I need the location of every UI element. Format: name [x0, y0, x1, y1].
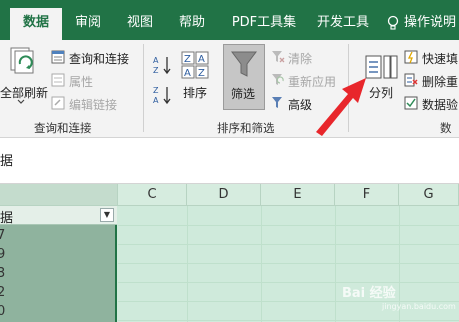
tab-view[interactable]: 视图	[114, 8, 166, 40]
advanced-button[interactable]: 高级	[288, 96, 312, 113]
clear-button[interactable]: 清除	[288, 50, 312, 67]
filter-button[interactable]: 筛选	[223, 44, 265, 110]
grid-line	[187, 206, 188, 322]
flash-fill-button[interactable]: 快速填	[422, 50, 458, 67]
grid-line	[261, 206, 262, 322]
grid-line	[118, 282, 459, 283]
tab-developer[interactable]: 开发工具	[310, 8, 376, 40]
grid-line	[118, 244, 459, 245]
query-connections-icon	[51, 50, 65, 64]
autofilter-dropdown-button[interactable]: ▼	[100, 208, 114, 222]
cell-value[interactable]: 3	[0, 266, 5, 281]
watermark-url: jingyan.baidu.com	[382, 302, 456, 311]
reapply-icon	[272, 74, 284, 85]
cell-value[interactable]: 0	[0, 304, 5, 319]
flash-fill-icon	[404, 50, 418, 64]
sort-dialog-icon: Z A A Z	[181, 51, 209, 79]
group-label-query: 查询和连接	[34, 121, 92, 135]
text-to-columns-button[interactable]: 分列	[369, 84, 393, 101]
properties-icon	[51, 73, 65, 87]
column-header-g[interactable]: G	[399, 184, 459, 206]
data-validation-button[interactable]: 数据验	[422, 96, 458, 113]
sort-button[interactable]: 排序	[183, 84, 207, 101]
remove-duplicates-icon	[404, 73, 418, 87]
ribbon-tab-bar: 数据 审阅 视图 帮助 PDF工具集 开发工具 操作说明	[0, 0, 459, 40]
formula-bar[interactable]: 据	[0, 138, 459, 184]
column-header-c[interactable]: C	[118, 184, 187, 206]
sort-ascending-icon[interactable]: A Z	[152, 54, 174, 76]
column-header-e[interactable]: E	[261, 184, 335, 206]
edit-links-icon	[51, 96, 65, 110]
svg-text:A: A	[198, 54, 205, 65]
tab-pdf-tools[interactable]: PDF工具集	[218, 8, 310, 40]
clear-filter-icon	[272, 51, 285, 63]
filter-label: 筛选	[231, 87, 256, 101]
cell-value[interactable]: 7	[0, 228, 5, 243]
grid-line	[118, 263, 459, 264]
watermark: Bai 经验	[342, 286, 396, 301]
grid-line	[118, 320, 459, 321]
query-connections-button[interactable]: 查询和连接	[69, 50, 129, 67]
annotation-arrow-icon	[316, 78, 366, 136]
formula-bar-content: 据	[0, 154, 14, 169]
tab-tell-me[interactable]: 操作说明	[404, 8, 459, 40]
column-header-selected[interactable]	[0, 184, 118, 206]
tab-data[interactable]: 数据	[10, 8, 62, 40]
svg-text:Z: Z	[184, 54, 191, 65]
svg-text:Z: Z	[153, 66, 159, 75]
svg-text:Z: Z	[153, 86, 159, 95]
header-cell-text: 据	[0, 211, 14, 226]
column-header-f[interactable]: F	[335, 184, 399, 206]
chevron-down-icon[interactable]	[17, 99, 25, 105]
sort-descending-icon[interactable]: Z A	[152, 84, 174, 106]
group-label-sort-filter: 排序和筛选	[217, 121, 275, 135]
tab-review[interactable]: 审阅	[62, 8, 114, 40]
tab-help[interactable]: 帮助	[166, 8, 218, 40]
column-header-d[interactable]: D	[187, 184, 261, 206]
cell-value[interactable]: 9	[0, 247, 5, 262]
refresh-all-icon	[10, 47, 34, 74]
ribbon: 全部刷新 查询和连接 属性 编辑链接 查询和连接 A Z Z A Z A A Z…	[0, 40, 459, 138]
group-divider	[143, 44, 144, 132]
properties-button[interactable]: 属性	[69, 73, 93, 90]
grid-line	[118, 225, 459, 226]
svg-text:Z: Z	[198, 68, 205, 79]
remove-duplicates-button[interactable]: 删除重	[422, 73, 458, 90]
svg-text:A: A	[184, 68, 191, 79]
group-label-data-tools: 数	[440, 121, 452, 135]
grid-line	[335, 206, 336, 322]
edit-links-button[interactable]: 编辑链接	[69, 96, 117, 113]
data-validation-icon	[404, 96, 418, 110]
svg-text:A: A	[153, 56, 159, 65]
cell-value[interactable]: 2	[0, 285, 5, 300]
funnel-icon	[231, 51, 257, 77]
lightbulb-icon	[387, 15, 399, 30]
advanced-filter-icon	[272, 97, 282, 108]
svg-text:A: A	[153, 96, 159, 105]
